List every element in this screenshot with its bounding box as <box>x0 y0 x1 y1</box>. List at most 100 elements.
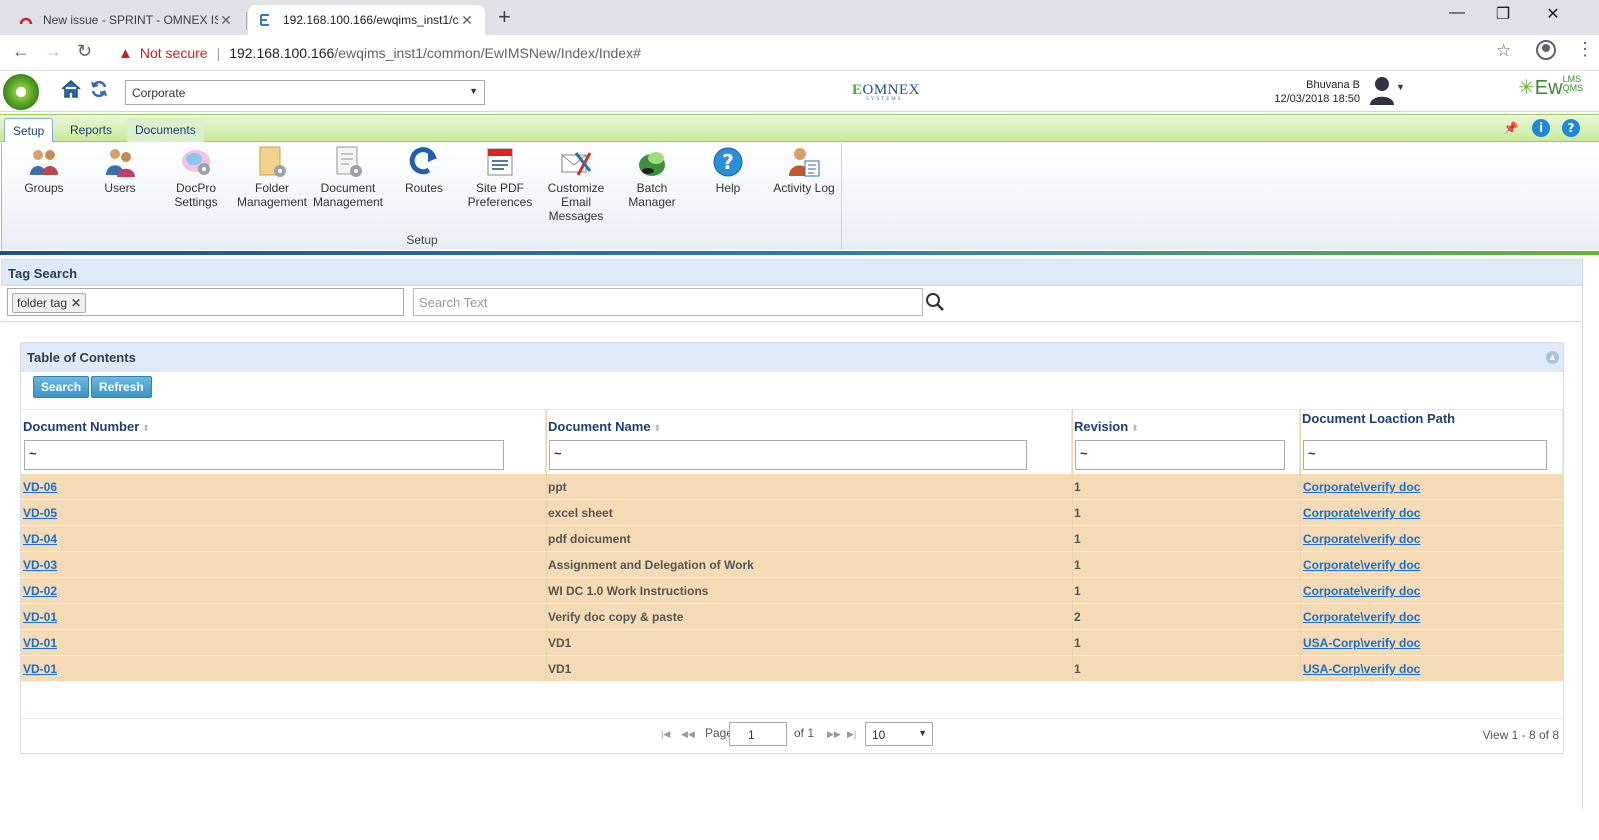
column-header-revision[interactable]: Revision ⬍ ~ <box>1072 409 1300 474</box>
omnibox[interactable]: ▲ Not secure | 192.168.100.166 /ewqims_i… <box>108 40 1540 66</box>
document-number-link[interactable]: VD-01 <box>23 610 57 624</box>
organization-select[interactable]: Corporate ▼ <box>125 80 485 105</box>
user-avatar-icon[interactable] <box>1366 74 1398 106</box>
home-icon[interactable] <box>60 78 82 100</box>
column-divider <box>1072 409 1073 681</box>
minimize-icon[interactable]: — <box>1434 4 1480 22</box>
refresh-icon[interactable] <box>90 80 108 98</box>
location-path-link[interactable]: Corporate\verify doc <box>1303 558 1420 572</box>
previous-page-icon[interactable]: ◀◀ <box>681 729 695 740</box>
pin-icon[interactable]: 📌 <box>1502 119 1520 137</box>
user-menu-chevron-icon[interactable]: ▼ <box>1396 82 1405 92</box>
document-number-link[interactable]: VD-02 <box>23 584 57 598</box>
bookmark-star-icon[interactable]: ☆ <box>1496 41 1511 61</box>
new-tab-icon[interactable]: + <box>498 4 511 30</box>
remove-tag-icon[interactable]: ✕ <box>71 296 81 310</box>
filter-document-location-path[interactable]: ~ <box>1303 440 1547 470</box>
reload-icon[interactable]: ↻ <box>77 41 92 62</box>
chevron-down-icon: ▼ <box>469 86 478 96</box>
last-page-icon[interactable]: ▶| <box>847 729 856 740</box>
filter-revision[interactable]: ~ <box>1075 440 1285 470</box>
column-header-document-location-path[interactable]: Document Loaction Path ~ <box>1300 409 1563 474</box>
search-text-input[interactable]: Search Text <box>413 288 923 316</box>
document-number-link[interactable]: VD-06 <box>23 480 57 494</box>
ribbon-button-document-management[interactable]: Document Management <box>310 145 386 209</box>
location-path-link[interactable]: USA-Corp\verify doc <box>1303 662 1420 676</box>
filter-document-number[interactable]: ~ <box>24 440 504 470</box>
table-row[interactable]: VD-04 pdf doicument 1 Corporate\verify d… <box>21 526 1563 552</box>
window-close-icon[interactable]: ✕ <box>1530 4 1576 24</box>
table-row[interactable]: VD-02 WI DC 1.0 Work Instructions 1 Corp… <box>21 578 1563 604</box>
location-path-link[interactable]: Corporate\verify doc <box>1303 584 1420 598</box>
ribbon-button-groups[interactable]: Groups <box>6 145 82 195</box>
location-path-link[interactable]: Corporate\verify doc <box>1303 532 1420 546</box>
help-circle-icon[interactable]: ? <box>1562 119 1580 137</box>
filter-document-name[interactable]: ~ <box>549 440 1027 470</box>
ribbon-button-customize-email-messages[interactable]: Customize Email Messages <box>538 145 614 223</box>
collapse-icon[interactable]: ▲ <box>1546 351 1559 364</box>
document-name-cell: Verify doc copy & paste <box>548 610 684 624</box>
document-name-cell: VD1 <box>548 636 572 650</box>
column-header-document-name[interactable]: Document Name ⬍ ~ <box>546 409 1072 474</box>
tab-reports[interactable]: Reports <box>62 118 120 142</box>
close-icon[interactable]: ✕ <box>218 12 234 29</box>
page-size-select[interactable]: 10 ▼ <box>865 722 933 746</box>
column-header-document-number[interactable]: Document Number ⬍ ~ <box>21 409 546 474</box>
grid-rows: VD-06 ppt 1 Corporate\verify doc VD-05 e… <box>21 474 1563 682</box>
next-page-icon[interactable]: ▶▶ <box>827 729 841 740</box>
back-icon[interactable]: ← <box>12 41 30 62</box>
tag-input[interactable]: folder tag ✕ <box>7 288 404 316</box>
table-row[interactable]: VD-01 Verify doc copy & paste 2 Corporat… <box>21 604 1563 630</box>
account-icon[interactable] <box>1536 40 1556 60</box>
sort-icon: ⬍ <box>653 423 662 433</box>
document-number-link[interactable]: VD-01 <box>23 636 57 650</box>
revision-cell: 1 <box>1074 506 1081 520</box>
forward-icon[interactable]: → <box>44 41 62 62</box>
search-button[interactable]: Search <box>33 376 90 398</box>
ribbon-divider-stripe <box>0 251 1599 255</box>
tab-documents[interactable]: Documents <box>127 118 204 142</box>
menu-icon[interactable]: ⋮ <box>1576 40 1594 58</box>
location-path-link[interactable]: Corporate\verify doc <box>1303 506 1420 520</box>
ribbon-button-docpro-settings[interactable]: DocPro Settings <box>158 145 234 209</box>
app-header: Corporate ▼ EOMNEX SYSTEMS Bhuvana B 12/… <box>0 72 1599 112</box>
document-number-link[interactable]: VD-04 <box>23 532 57 546</box>
document-number-link[interactable]: VD-05 <box>23 506 57 520</box>
ribbon-button-site-pdf-preferences[interactable]: Site PDF Preferences <box>462 145 538 209</box>
location-path-link[interactable]: Corporate\verify doc <box>1303 480 1420 494</box>
revision-cell: 1 <box>1074 636 1081 650</box>
table-row[interactable]: VD-01 VD1 1 USA-Corp\verify doc <box>21 630 1563 656</box>
browser-tab-jira[interactable]: New issue - SPRINT - OMNEX ISS ✕ <box>8 5 244 35</box>
app-menu-logo[interactable] <box>3 74 39 110</box>
restore-icon[interactable]: ❐ <box>1480 4 1526 24</box>
document-name-cell: ppt <box>548 480 567 494</box>
ribbon-button-batch-manager[interactable]: Batch Manager <box>614 145 690 209</box>
ewqms-logo-star-icon: ✳ <box>1518 77 1535 99</box>
close-icon[interactable]: ✕ <box>459 12 475 29</box>
browser-tab-ewqims[interactable]: 192.168.100.166/ewqims_inst1/co ✕ <box>248 5 485 35</box>
omnex-logo-mark: E <box>852 82 863 98</box>
table-row[interactable]: VD-06 ppt 1 Corporate\verify doc <box>21 474 1563 500</box>
document-number-link[interactable]: VD-03 <box>23 558 57 572</box>
first-page-icon[interactable]: |◀ <box>661 729 670 740</box>
document-number-link[interactable]: VD-01 <box>23 662 57 676</box>
table-row[interactable]: VD-03 Assignment and Delegation of Work … <box>21 552 1563 578</box>
tag-chip: folder tag ✕ <box>12 293 87 313</box>
location-path-link[interactable]: Corporate\verify doc <box>1303 610 1420 624</box>
toc-panel: Table of Contents ▲ Search Refresh Docum… <box>20 342 1564 754</box>
refresh-button[interactable]: Refresh <box>91 376 152 398</box>
table-row[interactable]: VD-01 VD1 1 USA-Corp\verify doc <box>21 656 1563 682</box>
table-row[interactable]: VD-05 excel sheet 1 Corporate\verify doc <box>21 500 1563 526</box>
batch-manager-icon <box>636 145 668 179</box>
page-number-input[interactable]: 1 <box>729 722 787 746</box>
ribbon-button-routes[interactable]: Routes <box>386 145 462 195</box>
column-divider <box>546 409 547 681</box>
ribbon-button-folder-management[interactable]: Folder Management <box>234 145 310 209</box>
tab-setup[interactable]: Setup <box>4 118 54 142</box>
info-icon[interactable]: i <box>1532 119 1550 137</box>
ribbon-button-activity-log[interactable]: Activity Log <box>766 145 842 195</box>
ribbon-button-users[interactable]: Users <box>82 145 158 195</box>
search-icon[interactable] <box>925 292 945 312</box>
location-path-link[interactable]: USA-Corp\verify doc <box>1303 636 1420 650</box>
ribbon-button-help[interactable]: ? Help <box>690 145 766 195</box>
